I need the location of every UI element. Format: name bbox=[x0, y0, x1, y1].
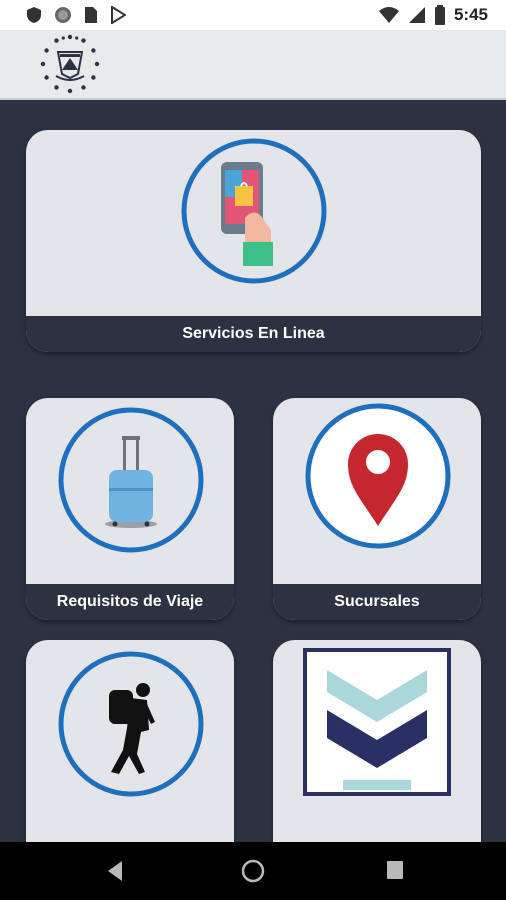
play-store-icon bbox=[111, 6, 126, 24]
wifi-icon bbox=[378, 7, 399, 23]
card-label: Servicios En Linea bbox=[26, 316, 481, 352]
system-nav-bar bbox=[0, 842, 506, 900]
card-servicios-en-linea[interactable]: Servicios En Linea bbox=[26, 130, 481, 352]
location-pin-icon bbox=[305, 403, 451, 549]
card-label: Sucursales bbox=[273, 584, 481, 620]
phone-shopping-icon bbox=[181, 138, 327, 284]
circle-icon bbox=[55, 7, 71, 23]
card-sucursales[interactable]: Sucursales bbox=[273, 398, 481, 620]
chevron-logo-icon bbox=[303, 648, 451, 796]
sim-card-icon bbox=[85, 7, 97, 23]
luggage-icon bbox=[58, 407, 204, 553]
content-grid: Servicios En Linea Requisitos de Viaje S… bbox=[0, 100, 506, 842]
app-bar bbox=[0, 30, 506, 100]
status-time: 5:45 bbox=[453, 5, 488, 24]
coat-of-arms-logo[interactable] bbox=[40, 34, 100, 99]
backpacker-icon bbox=[58, 651, 204, 797]
recents-button[interactable] bbox=[385, 859, 405, 881]
card-label: Requisitos de Viaje bbox=[26, 584, 234, 620]
home-button[interactable] bbox=[241, 859, 265, 883]
battery-icon bbox=[434, 5, 445, 25]
shield-icon bbox=[27, 7, 41, 23]
card-requisitos-de-viaje[interactable]: Requisitos de Viaje bbox=[26, 398, 234, 620]
card-backpacker[interactable] bbox=[26, 640, 234, 842]
status-bar: 5:45 bbox=[0, 0, 506, 30]
back-button[interactable] bbox=[104, 859, 126, 883]
signal-icon bbox=[408, 7, 425, 23]
card-logo[interactable] bbox=[273, 640, 481, 842]
